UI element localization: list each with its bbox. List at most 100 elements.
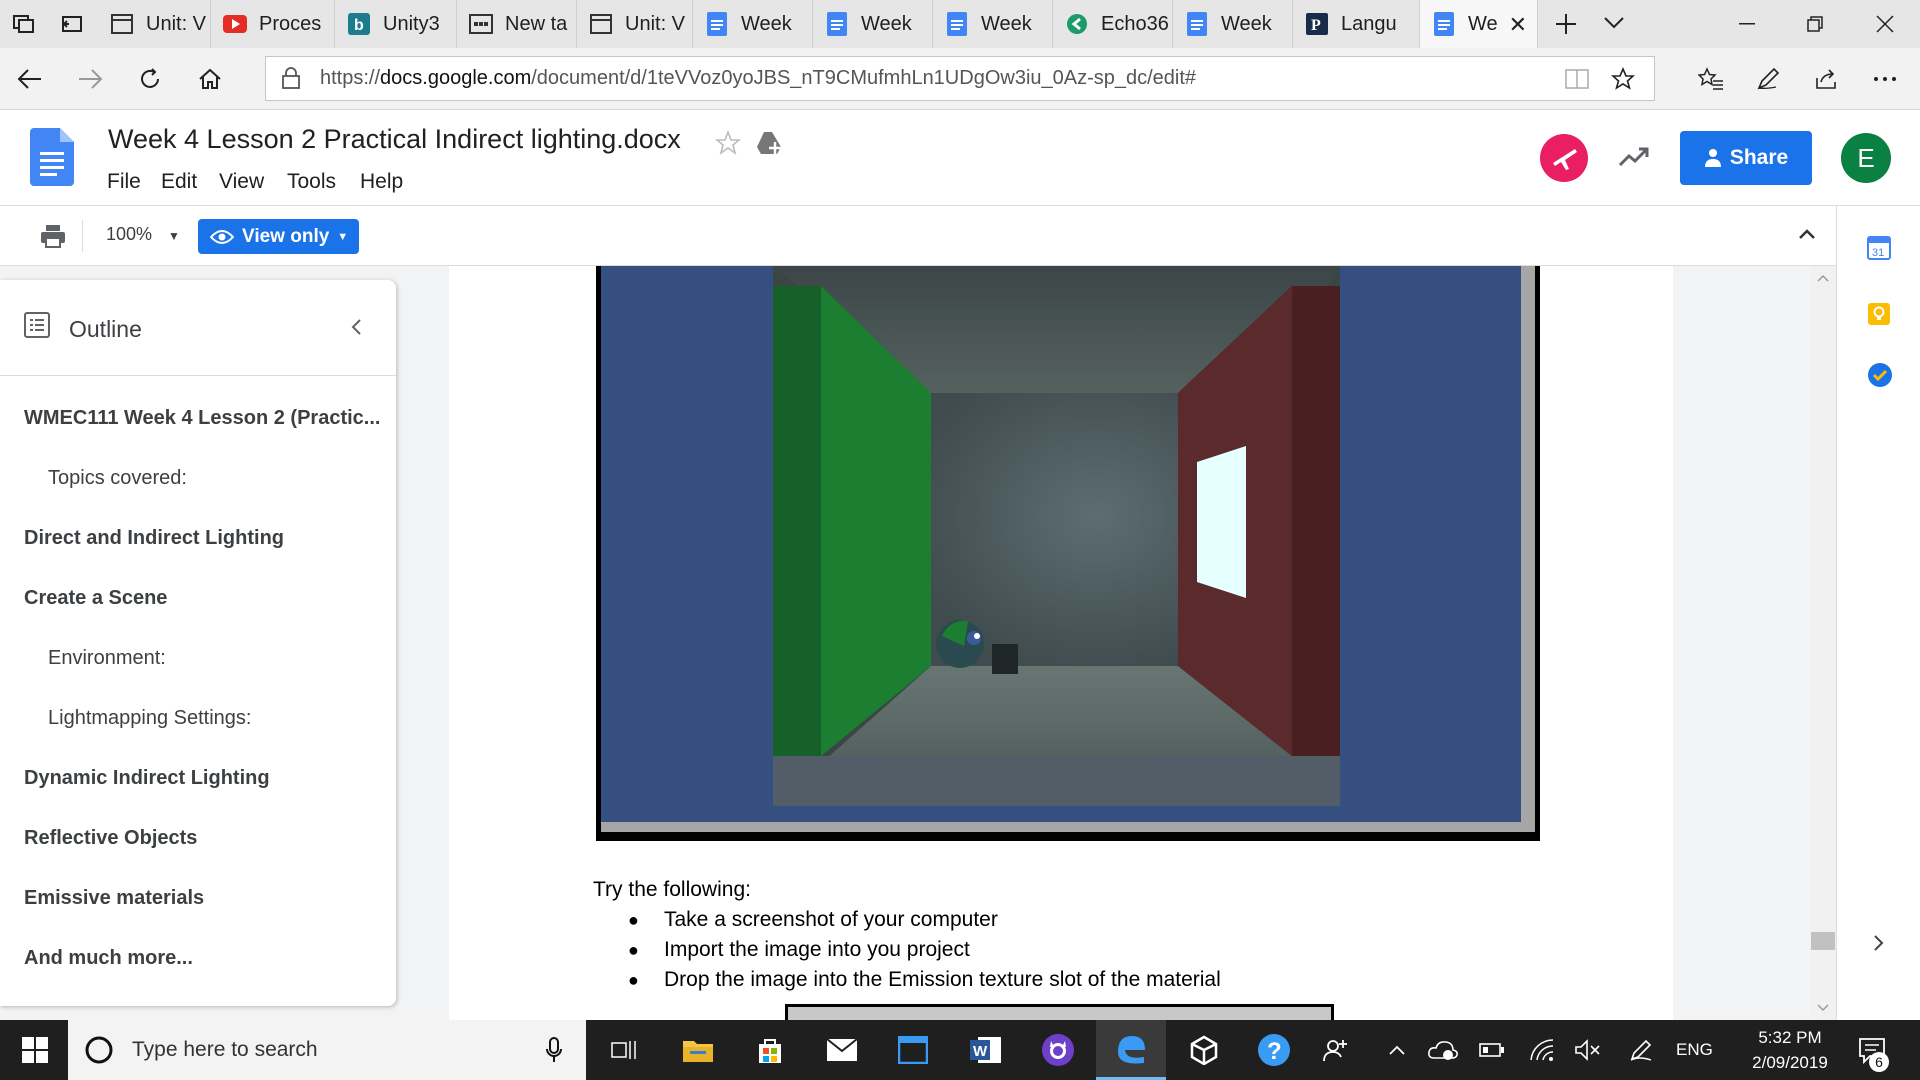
outline-item[interactable]: Topics covered:: [48, 467, 187, 490]
browser-tab[interactable]: P Langu: [1293, 0, 1420, 48]
collapse-outline-icon[interactable]: [350, 318, 362, 336]
document-title[interactable]: Week 4 Lesson 2 Practical Indirect light…: [108, 124, 681, 155]
task-view-icon[interactable]: [604, 1030, 644, 1070]
browser-tab-bar: Unit: V Proces b Unity3 New ta Unit: V W…: [0, 0, 1920, 48]
wifi-icon[interactable]: [1529, 1038, 1555, 1062]
scroll-down-icon[interactable]: [1817, 1004, 1829, 1012]
browser-tab[interactable]: Echo36: [1053, 0, 1173, 48]
browser-tab[interactable]: Unit: V: [577, 0, 693, 48]
favorites-list-icon[interactable]: [1694, 62, 1728, 96]
url-path: /document/d/1teVVoz0yoJBS_nT9CMufmhLn1UD…: [531, 67, 1197, 89]
browser-tab[interactable]: Week: [1173, 0, 1293, 48]
outline-item[interactable]: WMEC111 Week 4 Lesson 2 (Practic...: [24, 407, 380, 430]
microphone-icon[interactable]: [546, 1037, 562, 1063]
outline-item[interactable]: Create a Scene: [24, 587, 167, 610]
outline-item[interactable]: And much more...: [24, 947, 193, 970]
outline-item[interactable]: Lightmapping Settings:: [48, 707, 251, 730]
star-icon[interactable]: [715, 130, 741, 156]
share-button[interactable]: Share: [1680, 131, 1812, 185]
docs-logo-icon[interactable]: [30, 128, 74, 186]
unity-icon[interactable]: [1184, 1030, 1224, 1070]
tab-label: Unit: V: [625, 12, 686, 35]
calendar-icon[interactable]: 31: [1867, 236, 1891, 260]
outline-item[interactable]: Direct and Indirect Lighting: [24, 527, 284, 550]
file-explorer-icon[interactable]: [678, 1030, 718, 1070]
outline-item[interactable]: Reflective Objects: [24, 827, 197, 850]
expand-panel-icon[interactable]: [1873, 934, 1885, 952]
share-page-icon[interactable]: [1810, 62, 1844, 96]
browser-tab[interactable]: Week: [933, 0, 1053, 48]
docs-icon: [1185, 12, 1209, 36]
menu-edit[interactable]: Edit: [161, 170, 197, 194]
word-icon[interactable]: W: [966, 1030, 1006, 1070]
back-icon[interactable]: [13, 62, 47, 96]
menu-file[interactable]: File: [107, 170, 141, 194]
lock-icon[interactable]: [282, 67, 300, 89]
tab-label: New ta: [505, 12, 568, 35]
forward-icon[interactable]: [73, 62, 107, 96]
outline-item[interactable]: Dynamic Indirect Lighting: [24, 767, 270, 790]
notification-count-badge: 6: [1869, 1052, 1889, 1072]
keep-icon[interactable]: [1867, 302, 1891, 326]
minimize-icon[interactable]: [1713, 0, 1781, 48]
home-icon[interactable]: [193, 62, 227, 96]
browser-tab[interactable]: Proces: [211, 0, 335, 48]
menu-view[interactable]: View: [219, 170, 264, 194]
tab-actions-icon[interactable]: [12, 12, 36, 36]
scroll-up-icon[interactable]: [1817, 274, 1829, 282]
print-icon[interactable]: [40, 224, 66, 248]
outline-item[interactable]: Emissive materials: [24, 887, 204, 910]
outline-item[interactable]: Environment:: [48, 647, 166, 670]
move-to-drive-icon[interactable]: [755, 130, 783, 156]
onedrive-icon[interactable]: [1428, 1038, 1458, 1062]
window-app-icon[interactable]: [893, 1030, 933, 1070]
activity-trend-icon[interactable]: [1618, 146, 1650, 168]
volume-muted-icon[interactable]: [1574, 1038, 1602, 1062]
people-icon[interactable]: [1316, 1030, 1356, 1070]
zoom-select[interactable]: 100% ▼: [106, 224, 180, 245]
language-indicator[interactable]: ENG: [1676, 1040, 1713, 1060]
tab-label: Week: [741, 12, 792, 35]
edge-taskbar-active[interactable]: [1096, 1020, 1166, 1080]
browser-tab[interactable]: Week: [693, 0, 813, 48]
browser-tab[interactable]: b Unity3: [335, 0, 457, 48]
show-hidden-icons-icon[interactable]: [1388, 1044, 1406, 1056]
close-window-icon[interactable]: [1851, 0, 1919, 48]
new-tab-icon[interactable]: [1554, 12, 1578, 36]
docs-icon: [705, 12, 729, 36]
browser-tab[interactable]: Week: [813, 0, 933, 48]
mail-icon[interactable]: [822, 1030, 862, 1070]
pen-workspace-icon[interactable]: [1629, 1038, 1653, 1062]
tabs-aside-icon[interactable]: [60, 12, 84, 36]
github-icon[interactable]: [1038, 1030, 1078, 1070]
clock-date[interactable]: 2/09/2019: [1741, 1053, 1839, 1073]
view-only-button[interactable]: View only ▼: [198, 219, 359, 254]
pen-icon[interactable]: [1751, 62, 1785, 96]
avatar[interactable]: E: [1841, 133, 1891, 183]
taskbar-search-box[interactable]: Type here to search: [68, 1020, 586, 1080]
browser-tab[interactable]: New ta: [457, 0, 577, 48]
restore-icon[interactable]: [1781, 0, 1849, 48]
favorite-star-icon[interactable]: [1611, 67, 1635, 91]
menu-help[interactable]: Help: [360, 170, 403, 194]
collapse-menu-icon[interactable]: [1798, 228, 1816, 240]
reading-view-icon[interactable]: [1565, 68, 1589, 90]
windows-start-icon[interactable]: [22, 1037, 48, 1063]
menu-tools[interactable]: Tools: [287, 170, 336, 194]
scrollbar-thumb[interactable]: [1811, 932, 1835, 950]
airplane-extension-icon[interactable]: [1539, 133, 1589, 183]
microsoft-store-icon[interactable]: [750, 1030, 790, 1070]
clock-time[interactable]: 5:32 PM: [1746, 1028, 1834, 1048]
close-tab-icon[interactable]: ✕: [1509, 12, 1527, 38]
help-icon[interactable]: ?: [1254, 1030, 1294, 1070]
more-icon[interactable]: [1868, 62, 1902, 96]
eye-icon: [210, 229, 234, 245]
refresh-icon[interactable]: [133, 62, 167, 96]
battery-icon[interactable]: [1479, 1042, 1505, 1058]
chevron-down-icon[interactable]: [1603, 16, 1625, 30]
browser-tab-active[interactable]: We ✕: [1420, 0, 1538, 48]
tasks-icon[interactable]: [1867, 362, 1893, 388]
vertical-scrollbar[interactable]: [1810, 266, 1836, 1020]
browser-tab[interactable]: Unit: V: [98, 0, 211, 48]
address-bar[interactable]: https://docs.google.com/document/d/1teVV…: [265, 56, 1655, 101]
